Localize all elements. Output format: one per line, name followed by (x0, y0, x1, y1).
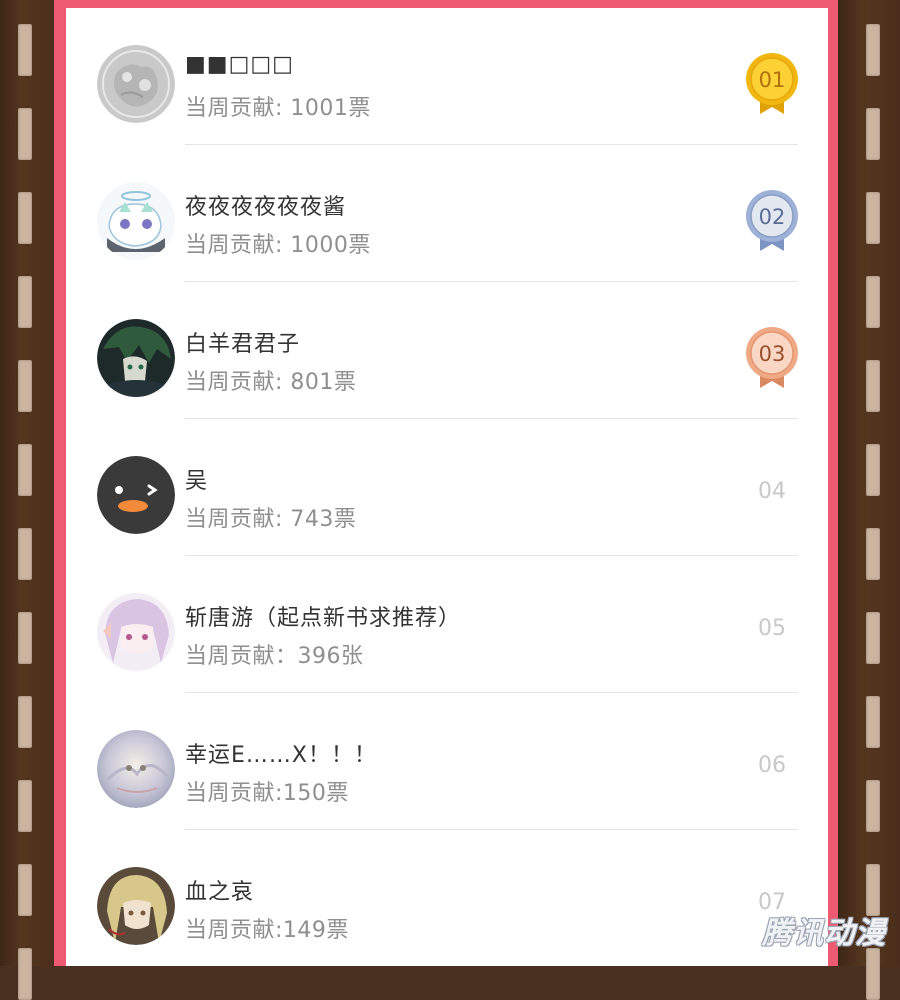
film-hole (18, 24, 32, 76)
rank-number: 06 (758, 753, 786, 778)
film-hole (866, 948, 880, 1000)
film-hole (18, 192, 32, 244)
film-hole (866, 528, 880, 580)
ranking-row-4[interactable]: 吴 当周贡献: 743票 04 (66, 419, 828, 556)
ranking-row-7[interactable]: 血之哀 当周贡献:149票 07 (66, 830, 828, 966)
user-avatar[interactable] (97, 456, 175, 534)
film-hole (18, 108, 32, 160)
user-avatar[interactable] (97, 730, 175, 808)
user-avatar[interactable] (97, 45, 175, 123)
user-name[interactable]: 白羊君君子 (185, 326, 300, 358)
watermark-logo: 腾讯动漫 (762, 916, 886, 951)
film-hole (18, 948, 32, 1000)
user-name[interactable]: 血之哀 (185, 874, 254, 906)
ranking-row-1[interactable]: ■■□□□ 当周贡献: 1001票 01 (66, 8, 828, 145)
rank-number: 05 (758, 616, 786, 641)
user-name[interactable]: 幸运E……X！！！ (185, 737, 377, 769)
weekly-contribution: 当周贡献：396张 (185, 644, 364, 669)
film-hole (866, 276, 880, 328)
film-hole (18, 864, 32, 916)
weekly-contribution: 当周贡献:150票 (185, 781, 349, 806)
medal-rank-label: 02 (759, 205, 786, 229)
weekly-contribution: 当周贡献: 1001票 (185, 96, 371, 121)
film-hole (866, 192, 880, 244)
film-hole (18, 528, 32, 580)
ranking-row-5[interactable]: 斩唐游（起点新书求推荐） 当周贡献：396张 05 (66, 556, 828, 693)
film-hole (18, 780, 32, 832)
film-hole (866, 24, 880, 76)
ranking-row-2[interactable]: 夜夜夜夜夜夜酱 当周贡献: 1000票 02 (66, 145, 828, 282)
user-avatar[interactable] (97, 593, 175, 671)
weekly-contribution: 当周贡献: 743票 (185, 507, 357, 532)
film-hole (18, 276, 32, 328)
user-name[interactable]: 吴 (185, 463, 208, 495)
bronze-medal-icon: 03 (744, 326, 800, 390)
rank-number: 04 (758, 479, 786, 504)
user-name[interactable]: 夜夜夜夜夜夜酱 (185, 189, 346, 221)
film-strip-left (0, 0, 54, 1000)
film-hole (866, 780, 880, 832)
film-hole (866, 696, 880, 748)
user-avatar[interactable] (97, 319, 175, 397)
silver-medal-icon: 02 (744, 189, 800, 253)
film-hole (18, 360, 32, 412)
film-hole (18, 612, 32, 664)
weekly-contribution: 当周贡献:149票 (185, 918, 349, 943)
ranking-list: ■■□□□ 当周贡献: 1001票 01 夜夜夜夜夜夜酱 当周贡献: 1000票… (66, 8, 828, 966)
gold-medal-icon: 01 (744, 52, 800, 116)
weekly-contribution: 当周贡献: 801票 (185, 370, 357, 395)
film-hole (866, 108, 880, 160)
medal-rank-label: 01 (759, 68, 786, 92)
user-avatar[interactable] (97, 182, 175, 260)
user-avatar[interactable] (97, 867, 175, 945)
film-hole (866, 612, 880, 664)
ranking-row-6[interactable]: 幸运E……X！！！ 当周贡献:150票 06 (66, 693, 828, 830)
film-hole (866, 444, 880, 496)
weekly-contribution: 当周贡献: 1000票 (185, 233, 371, 258)
ranking-panel: ■■□□□ 当周贡献: 1001票 01 夜夜夜夜夜夜酱 当周贡献: 1000票… (54, 0, 838, 966)
ranking-row-3[interactable]: 白羊君君子 当周贡献: 801票 03 (66, 282, 828, 419)
medal-rank-label: 03 (759, 342, 786, 366)
user-name[interactable]: 斩唐游（起点新书求推荐） (185, 600, 461, 632)
film-hole (866, 360, 880, 412)
user-name[interactable]: ■■□□□ (185, 52, 294, 77)
film-strip-right (838, 0, 900, 1000)
film-hole (18, 444, 32, 496)
film-hole (18, 696, 32, 748)
